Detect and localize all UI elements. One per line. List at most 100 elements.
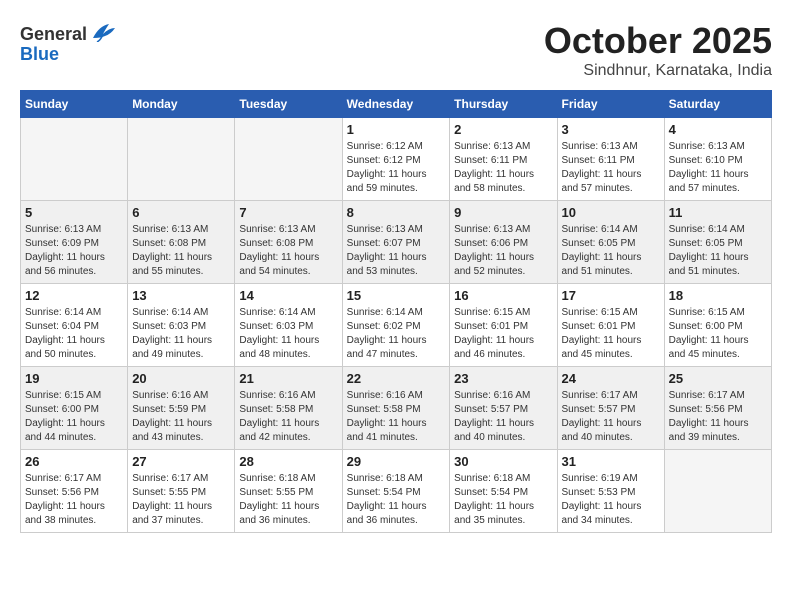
day-number: 14 xyxy=(239,288,337,303)
header: General Blue October 2025 Sindhnur, Karn… xyxy=(20,20,772,80)
day-info: Sunrise: 6:16 AMSunset: 5:58 PMDaylight:… xyxy=(239,389,337,445)
table-row xyxy=(21,118,128,201)
table-row: 22 Sunrise: 6:16 AMSunset: 5:58 PMDayligh… xyxy=(342,367,450,450)
table-row: 5 Sunrise: 6:13 AMSunset: 6:09 PMDaylight… xyxy=(21,201,128,284)
calendar-week-row: 12 Sunrise: 6:14 AMSunset: 6:04 PMDayligh… xyxy=(21,284,772,367)
col-friday: Friday xyxy=(557,91,664,118)
title-area: October 2025 Sindhnur, Karnataka, India xyxy=(544,20,772,80)
day-number: 16 xyxy=(454,288,552,303)
table-row: 23 Sunrise: 6:16 AMSunset: 5:57 PMDayligh… xyxy=(450,367,557,450)
day-number: 29 xyxy=(347,454,446,469)
day-number: 18 xyxy=(669,288,767,303)
day-info: Sunrise: 6:15 AMSunset: 6:00 PMDaylight:… xyxy=(25,389,123,445)
table-row: 6Sunrise: 6:13 AMSunset: 6:08 PMDaylight… xyxy=(128,201,235,284)
day-info: Sunrise: 6:17 AMSunset: 5:56 PMDaylight:… xyxy=(669,389,767,445)
day-info: Sunrise: 6:19 AMSunset: 5:53 PMDaylight:… xyxy=(562,472,660,528)
day-number: 28 xyxy=(239,454,337,469)
table-row: 13 Sunrise: 6:14 AMSunset: 6:03 PMDayligh… xyxy=(128,284,235,367)
day-info: Sunrise: 6:14 AMSunset: 6:03 PMDaylight:… xyxy=(132,306,230,362)
col-thursday: Thursday xyxy=(450,91,557,118)
day-info: Sunrise: 6:17 AMSunset: 5:55 PMDaylight:… xyxy=(132,472,230,528)
day-info: Sunrise: 6:14 AMSunset: 6:05 PMDaylight:… xyxy=(562,223,660,279)
day-info: Sunrise: 6:18 AMSunset: 5:54 PMDaylight:… xyxy=(454,472,552,528)
day-number: 5 xyxy=(25,205,123,220)
day-info: Sunrise: 6:14 AMSunset: 6:02 PMDaylight:… xyxy=(347,306,446,362)
table-row: 31 Sunrise: 6:19 AMSunset: 5:53 PMDayligh… xyxy=(557,450,664,533)
day-info: Sunrise: 6:13 AMSunset: 6:11 PMDaylight:… xyxy=(562,140,660,196)
day-number: 9 xyxy=(454,205,552,220)
day-number: 15 xyxy=(347,288,446,303)
day-info: Sunrise: 6:17 AMSunset: 5:57 PMDaylight:… xyxy=(562,389,660,445)
table-row: 17 Sunrise: 6:15 AMSunset: 6:01 PMDayligh… xyxy=(557,284,664,367)
day-info: Sunrise: 6:13 AMSunset: 6:09 PMDaylight:… xyxy=(25,223,123,279)
day-info: Sunrise: 6:18 AMSunset: 5:54 PMDaylight:… xyxy=(347,472,446,528)
day-number: 24 xyxy=(562,371,660,386)
day-info: Sunrise: 6:13 AMSunset: 6:07 PMDaylight:… xyxy=(347,223,446,279)
day-info: Sunrise: 6:14 AMSunset: 6:04 PMDaylight:… xyxy=(25,306,123,362)
day-info: Sunrise: 6:14 AMSunset: 6:03 PMDaylight:… xyxy=(239,306,337,362)
location-title: Sindhnur, Karnataka, India xyxy=(544,62,772,80)
day-number: 31 xyxy=(562,454,660,469)
table-row: 19 Sunrise: 6:15 AMSunset: 6:00 PMDayligh… xyxy=(21,367,128,450)
table-row: 14 Sunrise: 6:14 AMSunset: 6:03 PMDayligh… xyxy=(235,284,342,367)
table-row: 11 Sunrise: 6:14 AMSunset: 6:05 PMDayligh… xyxy=(664,201,771,284)
day-number: 3 xyxy=(562,122,660,137)
table-row: 27Sunrise: 6:17 AMSunset: 5:55 PMDayligh… xyxy=(128,450,235,533)
table-row: 18 Sunrise: 6:15 AMSunset: 6:00 PMDayligh… xyxy=(664,284,771,367)
table-row: 29 Sunrise: 6:18 AMSunset: 5:54 PMDayligh… xyxy=(342,450,450,533)
table-row: 2 Sunrise: 6:13 AMSunset: 6:11 PMDaylight… xyxy=(450,118,557,201)
day-number: 6 xyxy=(132,205,230,220)
calendar-week-row: 26 Sunrise: 6:17 AMSunset: 5:56 PMDayligh… xyxy=(21,450,772,533)
day-info: Sunrise: 6:13 AMSunset: 6:06 PMDaylight:… xyxy=(454,223,552,279)
day-number: 26 xyxy=(25,454,123,469)
calendar-week-row: 19 Sunrise: 6:15 AMSunset: 6:00 PMDayligh… xyxy=(21,367,772,450)
day-number: 30 xyxy=(454,454,552,469)
day-info: Sunrise: 6:15 AMSunset: 6:00 PMDaylight:… xyxy=(669,306,767,362)
table-row: 10Sunrise: 6:14 AMSunset: 6:05 PMDayligh… xyxy=(557,201,664,284)
day-number: 23 xyxy=(454,371,552,386)
col-saturday: Saturday xyxy=(664,91,771,118)
day-info: Sunrise: 6:12 AMSunset: 6:12 PMDaylight:… xyxy=(347,140,446,196)
table-row: 20 Sunrise: 6:16 AMSunset: 5:59 PMDayligh… xyxy=(128,367,235,450)
day-info: Sunrise: 6:15 AMSunset: 6:01 PMDaylight:… xyxy=(562,306,660,362)
table-row: 21Sunrise: 6:16 AMSunset: 5:58 PMDayligh… xyxy=(235,367,342,450)
logo: General Blue xyxy=(20,20,117,65)
table-row xyxy=(128,118,235,201)
table-row: 8 Sunrise: 6:13 AMSunset: 6:07 PMDaylight… xyxy=(342,201,450,284)
table-row xyxy=(664,450,771,533)
day-info: Sunrise: 6:13 AMSunset: 6:10 PMDaylight:… xyxy=(669,140,767,196)
day-number: 17 xyxy=(562,288,660,303)
day-info: Sunrise: 6:16 AMSunset: 5:59 PMDaylight:… xyxy=(132,389,230,445)
month-title: October 2025 xyxy=(544,20,772,62)
day-info: Sunrise: 6:15 AMSunset: 6:01 PMDaylight:… xyxy=(454,306,552,362)
day-info: Sunrise: 6:18 AMSunset: 5:55 PMDaylight:… xyxy=(239,472,337,528)
table-row: 30 Sunrise: 6:18 AMSunset: 5:54 PMDayligh… xyxy=(450,450,557,533)
day-number: 22 xyxy=(347,371,446,386)
day-info: Sunrise: 6:13 AMSunset: 6:11 PMDaylight:… xyxy=(454,140,552,196)
day-info: Sunrise: 6:17 AMSunset: 5:56 PMDaylight:… xyxy=(25,472,123,528)
day-number: 1 xyxy=(347,122,446,137)
day-info: Sunrise: 6:16 AMSunset: 5:58 PMDaylight:… xyxy=(347,389,446,445)
day-number: 12 xyxy=(25,288,123,303)
table-row: 28 Sunrise: 6:18 AMSunset: 5:55 PMDayligh… xyxy=(235,450,342,533)
day-number: 8 xyxy=(347,205,446,220)
day-info: Sunrise: 6:14 AMSunset: 6:05 PMDaylight:… xyxy=(669,223,767,279)
day-number: 11 xyxy=(669,205,767,220)
table-row: 7Sunrise: 6:13 AMSunset: 6:08 PMDaylight… xyxy=(235,201,342,284)
col-tuesday: Tuesday xyxy=(235,91,342,118)
day-number: 4 xyxy=(669,122,767,137)
table-row: 12 Sunrise: 6:14 AMSunset: 6:04 PMDayligh… xyxy=(21,284,128,367)
day-info: Sunrise: 6:16 AMSunset: 5:57 PMDaylight:… xyxy=(454,389,552,445)
logo-general: General xyxy=(20,24,87,45)
calendar-header-row: Sunday Monday Tuesday Wednesday Thursday… xyxy=(21,91,772,118)
day-number: 19 xyxy=(25,371,123,386)
day-number: 2 xyxy=(454,122,552,137)
col-monday: Monday xyxy=(128,91,235,118)
day-number: 25 xyxy=(669,371,767,386)
day-info: Sunrise: 6:13 AMSunset: 6:08 PMDaylight:… xyxy=(239,223,337,279)
day-number: 20 xyxy=(132,371,230,386)
table-row xyxy=(235,118,342,201)
table-row: 4 Sunrise: 6:13 AMSunset: 6:10 PMDaylight… xyxy=(664,118,771,201)
day-number: 13 xyxy=(132,288,230,303)
table-row: 25 Sunrise: 6:17 AMSunset: 5:56 PMDayligh… xyxy=(664,367,771,450)
